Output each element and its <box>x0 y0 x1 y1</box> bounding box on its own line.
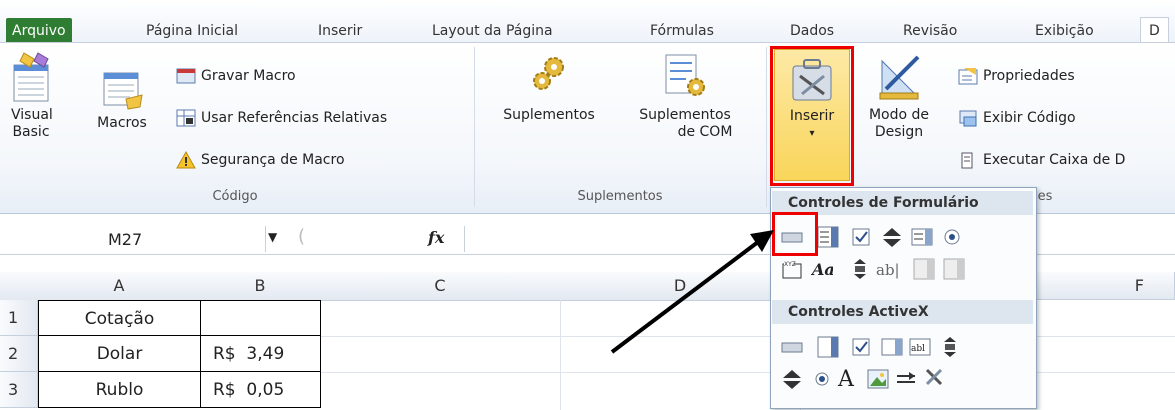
group-separator <box>474 47 475 207</box>
gravar-macro-label: Gravar Macro <box>201 68 296 84</box>
tab-inserir[interactable]: Inserir <box>318 20 362 42</box>
propriedades-label: Propriedades <box>983 68 1075 84</box>
suplementos-de-com-label-1: Suplementos <box>639 107 731 123</box>
group-label-suplementos: Suplementos <box>577 189 663 204</box>
propriedades-button[interactable]: Propriedades <box>958 65 1075 87</box>
executar-caixa-de-dialogo-button[interactable]: Executar Caixa de D <box>958 149 1125 171</box>
tab-dados[interactable]: Dados <box>790 20 834 42</box>
option-button-control-icon[interactable] <box>941 226 963 248</box>
design-mode-icon <box>879 55 920 100</box>
select-all-corner[interactable] <box>0 272 39 301</box>
combo-box-control-icon[interactable] <box>817 226 839 248</box>
activex-scroll-bar-icon[interactable] <box>939 336 961 358</box>
column-header-b[interactable]: B <box>200 272 321 301</box>
text-field-control-icon: ab| <box>876 261 900 279</box>
row-header-1[interactable]: 1 <box>0 300 38 336</box>
gravar-macro-button[interactable]: Gravar Macro <box>176 65 296 87</box>
suplementos-button[interactable]: Suplementos <box>484 51 614 124</box>
highlight-inserir-box <box>770 46 854 186</box>
group-label-codigo: Código <box>212 189 258 204</box>
tab-desenvolvedor[interactable]: D <box>1140 17 1169 45</box>
properties-icon <box>958 68 978 85</box>
ribbon-tab-strip: Arquivo Página Inicial Inserir Layout da… <box>0 0 1175 45</box>
formula-separator-icon: ( <box>298 226 306 247</box>
activex-toggle-button-icon[interactable] <box>895 368 917 390</box>
row-header-3[interactable]: 3 <box>0 372 38 408</box>
annotation-arrow <box>610 230 774 354</box>
column-header-c[interactable]: C <box>320 272 561 301</box>
usar-referencias-label: Usar Referências Relativas <box>201 110 388 126</box>
name-box-value: M27 <box>108 230 143 249</box>
tab-arquivo[interactable]: Arquivo <box>6 18 72 44</box>
svg-text:abl: abl <box>911 344 925 354</box>
activex-list-box-icon[interactable] <box>881 336 903 358</box>
macros-icon <box>103 72 143 110</box>
suplementos-de-com-button[interactable]: Suplementos de COM <box>620 51 750 141</box>
exibir-codigo-label: Exibir Código <box>983 110 1076 126</box>
row-header-2[interactable]: 2 <box>0 336 38 372</box>
svg-text:Aa: Aa <box>811 260 833 279</box>
list-box-control-icon[interactable] <box>911 226 933 248</box>
activex-controls-header: Controles ActiveX <box>772 300 1033 324</box>
combo-list-edit-control-icon <box>913 258 935 280</box>
seguranca-de-macro-button[interactable]: Segurança de Macro <box>176 149 345 171</box>
activex-image-icon[interactable] <box>867 368 889 390</box>
macros-label: Macros <box>97 115 147 131</box>
activex-spin-button-icon[interactable] <box>781 368 803 390</box>
cell-b1[interactable] <box>200 300 321 336</box>
spin-button-control-icon[interactable] <box>881 226 903 248</box>
cell-a1[interactable]: Cotação <box>38 300 201 336</box>
activex-checkbox-icon[interactable] <box>851 336 873 358</box>
activex-combo-box-icon[interactable] <box>817 336 839 358</box>
activex-option-button-icon[interactable] <box>811 368 833 390</box>
exibir-codigo-button[interactable]: Exibir Código <box>958 107 1076 129</box>
tab-layout-da-pagina[interactable]: Layout da Página <box>432 20 553 42</box>
visual-basic-icon <box>13 52 49 102</box>
activex-text-box-icon[interactable]: abl <box>909 336 931 358</box>
visual-basic-label: Visual Basic <box>11 107 53 140</box>
macros-button[interactable]: Macros <box>92 69 152 132</box>
tab-exibicao[interactable]: Exibição <box>1035 20 1094 42</box>
tab-revisao[interactable]: Revisão <box>903 20 957 42</box>
name-box-dropdown-icon[interactable]: ▼ <box>268 230 277 244</box>
usar-referencias-relativas-button[interactable]: Usar Referências Relativas <box>176 107 387 129</box>
fx-icon[interactable]: fx <box>428 228 444 247</box>
name-box[interactable]: M27 ▼ <box>0 226 277 252</box>
record-macro-icon <box>176 68 196 84</box>
gridline <box>560 300 561 410</box>
modo-de-design-label-2: Design <box>874 124 924 140</box>
label-control-icon[interactable]: Aa <box>811 258 833 280</box>
cell-a2[interactable]: Dolar <box>38 336 201 372</box>
visual-basic-button[interactable]: Visual Basic <box>8 51 54 141</box>
checkbox-control-icon[interactable] <box>851 226 873 248</box>
gears-icon <box>533 57 564 90</box>
relative-references-icon <box>176 109 196 127</box>
tab-formulas[interactable]: Fórmulas <box>650 20 714 42</box>
modo-de-design-label-1: Modo de <box>868 107 930 123</box>
cell-a3[interactable]: Rublo <box>38 372 201 408</box>
seguranca-label: Segurança de Macro <box>201 152 345 168</box>
cell-b3[interactable]: R$ 0,05 <box>200 372 321 408</box>
warning-icon <box>176 151 196 169</box>
combo-drop-edit-control-icon <box>943 258 965 280</box>
svg-text:A: A <box>837 367 855 388</box>
column-header-a[interactable]: A <box>38 272 201 301</box>
svg-text:ab|: ab| <box>876 261 900 279</box>
view-code-icon <box>959 110 977 127</box>
scroll-bar-control-icon[interactable] <box>849 258 871 280</box>
suplementos-label: Suplementos <box>503 107 595 123</box>
suplementos-de-com-label-2: de COM <box>677 124 733 140</box>
gridline <box>320 372 1175 373</box>
com-addins-icon <box>665 54 705 96</box>
cell-b2[interactable]: R$ 3,49 <box>200 336 321 372</box>
activex-label-icon[interactable]: A <box>837 366 859 388</box>
activex-more-controls-icon[interactable] <box>923 366 945 388</box>
run-dialog-icon <box>961 152 973 169</box>
tab-pagina-inicial[interactable]: Página Inicial <box>146 20 238 42</box>
executar-caixa-label: Executar Caixa de D <box>983 152 1126 168</box>
group-separator <box>766 47 767 207</box>
modo-de-design-button[interactable]: Modo de Design <box>856 51 942 141</box>
